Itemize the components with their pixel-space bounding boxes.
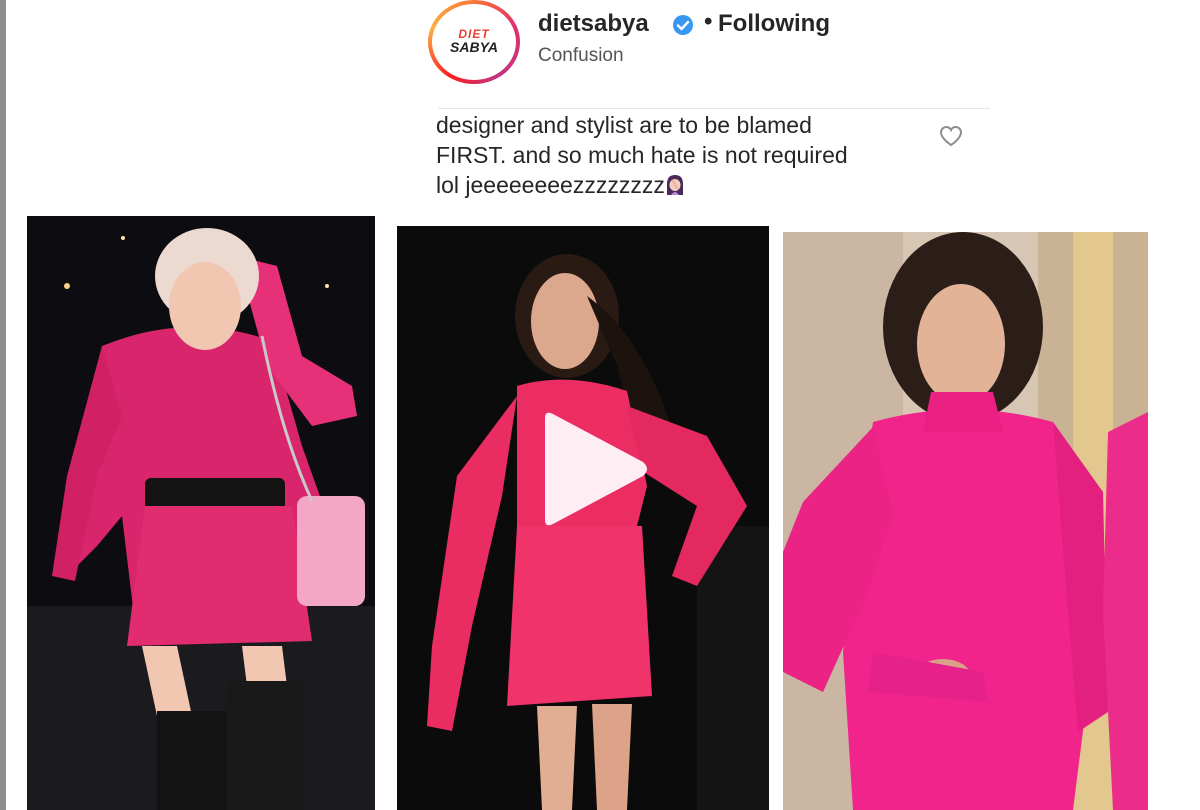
avatar[interactable]: DIET SABYA bbox=[428, 0, 520, 84]
post-subtitle[interactable]: Confusion bbox=[538, 45, 624, 67]
post-header: DIET SABYA dietsabya • Following Confusi… bbox=[428, 0, 990, 100]
comment-text: designer and stylist are to be blamed FI… bbox=[436, 110, 936, 200]
video-woman-pink-satin-dress[interactable] bbox=[397, 226, 769, 810]
comment-line-3: lol jeeeeeeeezzzzzzzz bbox=[436, 172, 665, 198]
logo-line-2: SABYA bbox=[450, 39, 498, 55]
play-icon[interactable] bbox=[525, 410, 651, 528]
photo-woman-pink-satin-dress-night-street[interactable] bbox=[27, 216, 375, 810]
comment-line-2: FIRST. and so much hate is not required bbox=[436, 142, 848, 168]
following-button[interactable]: Following bbox=[718, 10, 830, 38]
separator-dot: • bbox=[704, 8, 713, 35]
header-divider bbox=[438, 108, 990, 109]
woman-facepalming-emoji-icon bbox=[666, 175, 683, 195]
window-left-edge bbox=[0, 0, 6, 810]
photo-woman-pink-satin-dress-indoor[interactable] bbox=[783, 232, 1148, 810]
username-link[interactable]: dietsabya bbox=[538, 10, 649, 38]
diet-sabya-logo: DIET SABYA bbox=[442, 28, 506, 58]
comment-line-1: designer and stylist are to be blamed bbox=[436, 112, 812, 138]
verified-badge-icon bbox=[673, 15, 693, 35]
heart-outline-icon[interactable] bbox=[938, 124, 964, 148]
